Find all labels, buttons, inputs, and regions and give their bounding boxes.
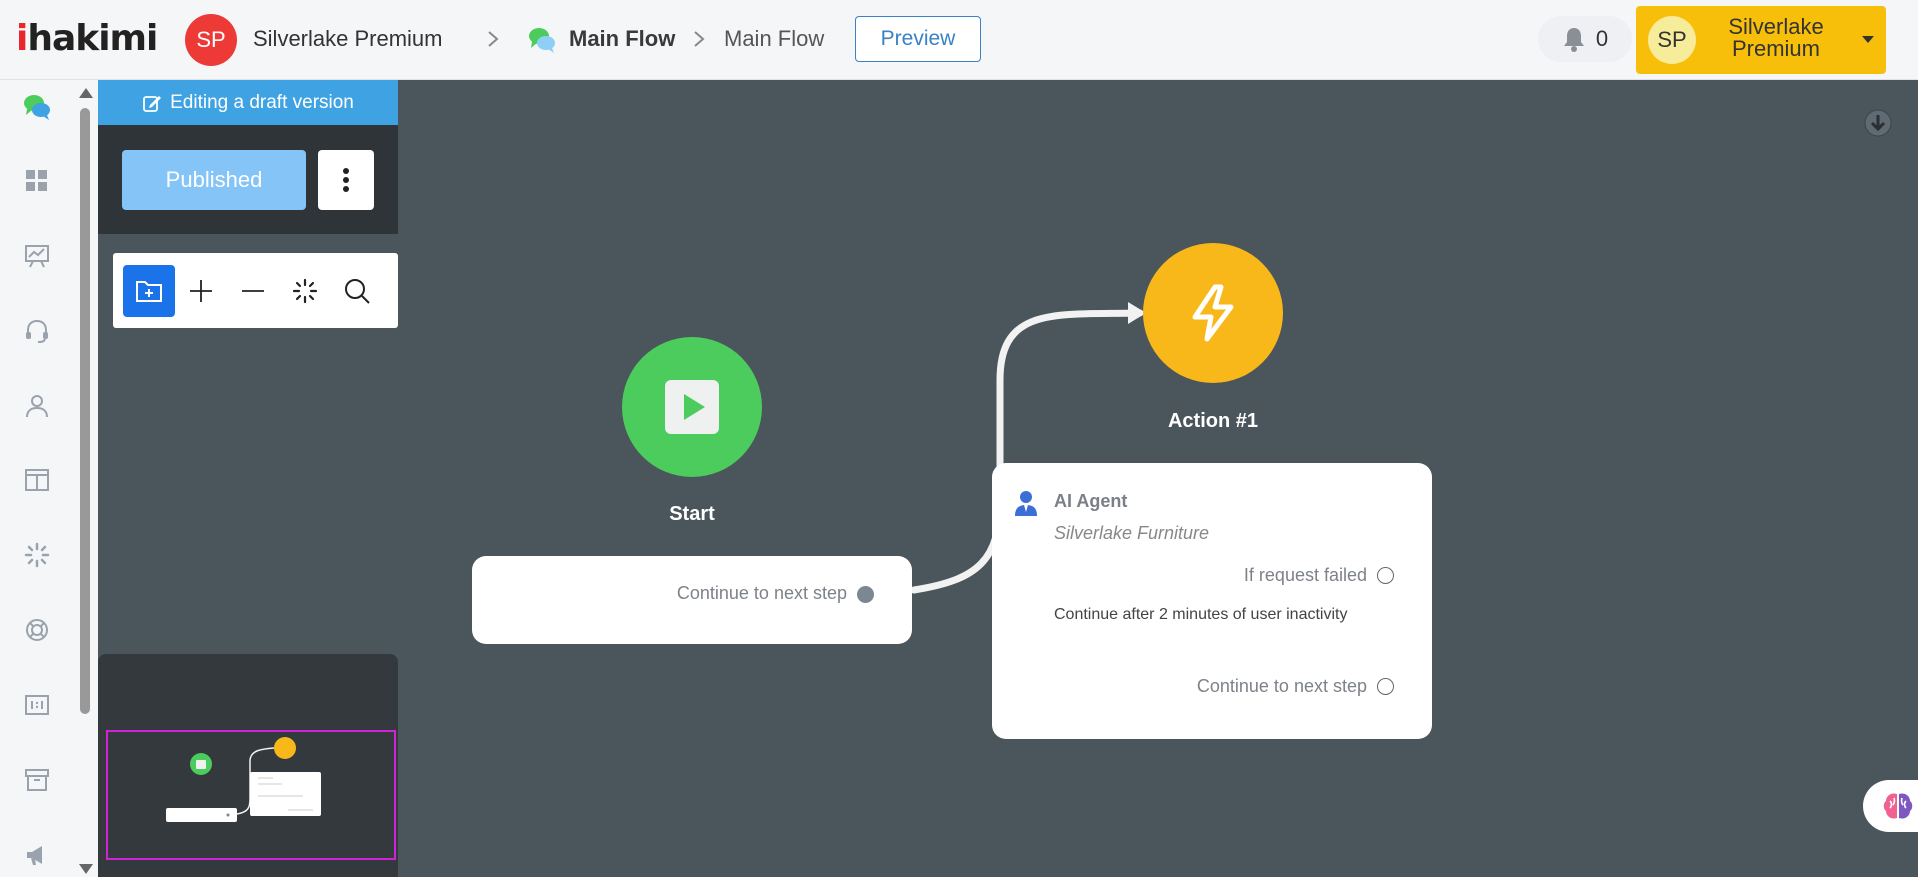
sidebar-item-integrations[interactable]	[22, 540, 52, 570]
sidebar-item-layout[interactable]	[22, 465, 52, 495]
notifications-button[interactable]: 0	[1538, 16, 1632, 62]
scale-icon	[25, 695, 49, 715]
layout-icon	[25, 469, 49, 491]
sidebar-item-flows[interactable]	[22, 92, 52, 122]
lifebuoy-icon	[26, 619, 48, 641]
sidebar-item-archive[interactable]	[22, 765, 52, 795]
action-node-card[interactable]: AI Agent Silverlake Furniture If request…	[992, 463, 1432, 739]
bell-icon	[1563, 28, 1584, 52]
preview-button[interactable]: Preview	[855, 16, 981, 62]
chat-flow-icon	[529, 28, 555, 53]
spinner-icon	[24, 542, 50, 568]
request-failed-label: If request failed	[1243, 565, 1367, 585]
dashboard-icon	[26, 170, 47, 191]
notification-count: 0	[1595, 26, 1609, 51]
breadcrumb-subflow[interactable]: Main Flow	[724, 26, 824, 52]
start-node[interactable]	[622, 337, 762, 477]
breadcrumb-flow[interactable]: Main Flow	[569, 26, 675, 52]
headset-icon	[26, 319, 48, 343]
top-header: ihakimi SP Silverlake Premium Main Flow …	[0, 0, 1918, 80]
download-icon[interactable]	[1863, 108, 1893, 138]
minimap-viewport[interactable]	[106, 730, 396, 860]
action-output-port[interactable]	[1377, 678, 1394, 695]
archive-icon	[25, 769, 49, 791]
flow-canvas[interactable]: Editing a draft version Published Start …	[98, 80, 1918, 877]
sidebar-item-analytics[interactable]	[22, 241, 52, 271]
start-node-card[interactable]: Continue to next step	[472, 556, 912, 644]
agent-title: AI Agent	[1054, 491, 1128, 511]
agent-icon	[1015, 491, 1037, 516]
failed-output-port[interactable]	[1377, 567, 1394, 584]
sidebar-item-help[interactable]	[22, 615, 52, 645]
user-icon	[26, 395, 48, 418]
chat-flow-icon	[24, 95, 50, 120]
sidebar	[0, 80, 98, 877]
scroll-up-arrow[interactable]	[79, 88, 93, 98]
scroll-down-arrow[interactable]	[79, 864, 93, 874]
sidebar-item-campaigns[interactable]	[22, 840, 52, 870]
company-avatar[interactable]: SP	[185, 14, 237, 66]
action-node[interactable]	[1143, 243, 1283, 383]
sidebar-item-dashboard[interactable]	[22, 166, 52, 196]
sidebar-item-contacts[interactable]	[22, 391, 52, 421]
start-continue-label: Continue to next step	[676, 583, 847, 603]
start-output-port[interactable]	[857, 586, 874, 603]
sidebar-item-ratio[interactable]	[22, 690, 52, 720]
start-node-label: Start	[669, 503, 715, 525]
play-icon	[665, 380, 719, 434]
sidebar-item-support[interactable]	[22, 316, 52, 346]
chevron-right-icon	[694, 31, 705, 47]
minimap[interactable]	[98, 654, 398, 877]
app-logo[interactable]: ihakimi	[16, 18, 158, 59]
user-menu[interactable]: SP Silverlake Premium	[1636, 6, 1886, 74]
lightning-icon	[1192, 284, 1234, 342]
brain-icon	[1883, 793, 1913, 819]
breadcrumb-company[interactable]: Silverlake Premium	[253, 26, 443, 52]
chevron-right-icon	[488, 31, 499, 47]
user-name: Silverlake Premium	[1728, 14, 1824, 61]
action-continue-label: Continue to next step	[1196, 676, 1367, 696]
user-avatar: SP	[1648, 16, 1696, 64]
caret-down-icon	[1862, 36, 1874, 43]
megaphone-icon	[27, 846, 42, 865]
analytics-icon	[25, 245, 49, 268]
agent-subtitle: Silverlake Furniture	[1054, 523, 1210, 543]
ai-assistant-button[interactable]	[1863, 780, 1918, 832]
sidebar-scrollbar[interactable]	[80, 108, 90, 714]
action-node-label: Action #1	[1167, 410, 1259, 432]
inactivity-label: Continue after 2 minutes of user inactiv…	[1054, 606, 1348, 623]
